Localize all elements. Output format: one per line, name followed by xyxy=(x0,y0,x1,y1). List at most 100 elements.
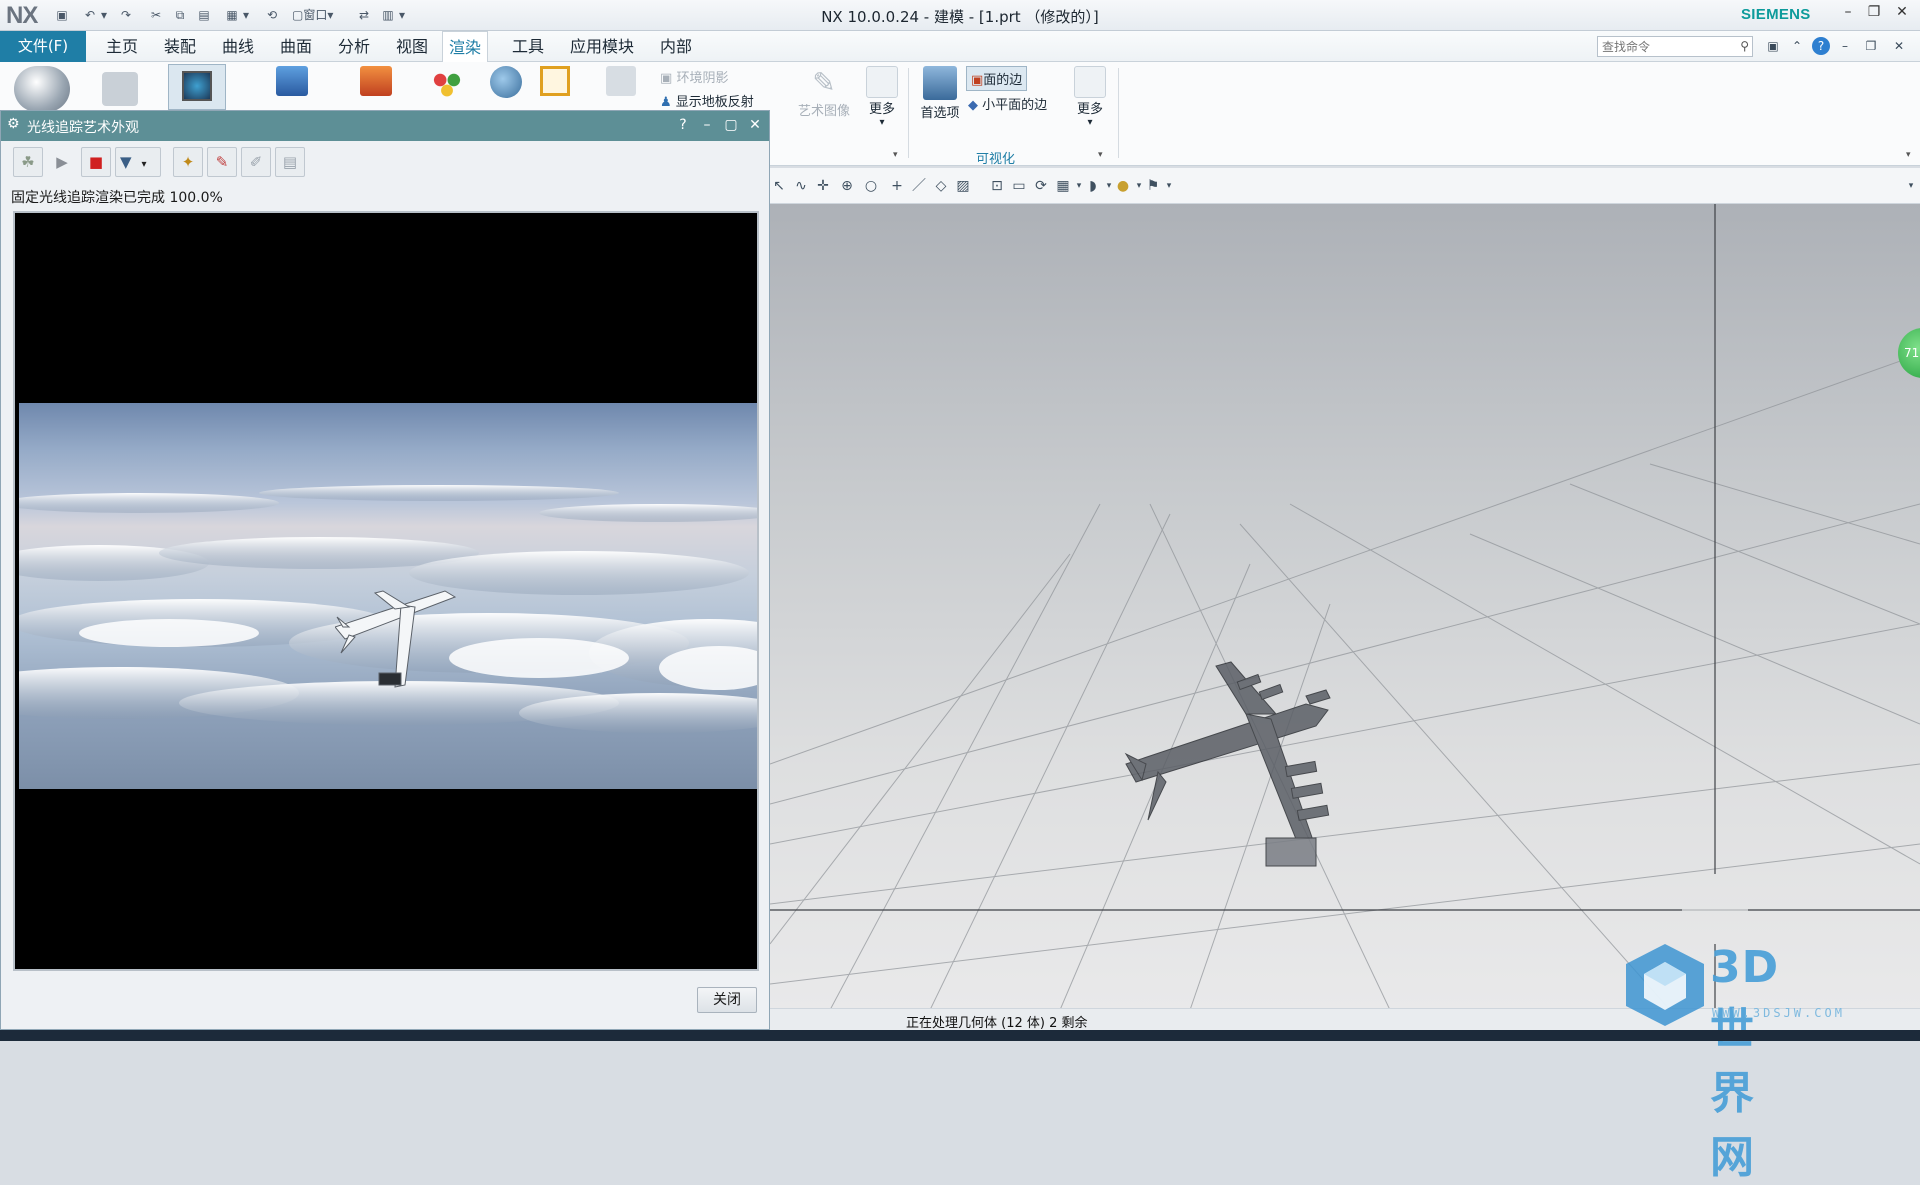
doc-minimize-icon[interactable]: – xyxy=(1836,37,1854,55)
airplane-model[interactable] xyxy=(1106,614,1366,874)
search-input[interactable] xyxy=(1598,37,1728,56)
edit-icon: ✐ xyxy=(241,147,271,177)
chevron-down-icon: ▾ xyxy=(879,117,885,128)
tab-curve[interactable]: 曲线 xyxy=(216,31,260,62)
tab-surface[interactable]: 曲面 xyxy=(274,31,318,62)
tab-analysis[interactable]: 分析 xyxy=(332,31,376,62)
preferences-icon xyxy=(923,66,957,100)
snap-point-icon[interactable]: + xyxy=(888,177,906,195)
play-icon: ▶ xyxy=(56,153,68,171)
palette-icon[interactable]: ✎ xyxy=(207,147,237,177)
ribbon-divider xyxy=(1118,68,1119,158)
watermark-url: WWW.3DSJW.COM xyxy=(1712,1006,1845,1020)
face-edges-toggle[interactable]: ▣面的边 xyxy=(966,66,1028,91)
floor-reflection-item[interactable]: ♟ 显示地板反射 xyxy=(660,91,754,110)
raytrace-active-button[interactable] xyxy=(168,64,226,110)
camera-icon[interactable]: ✦ xyxy=(173,147,203,177)
help-button[interactable]: ? xyxy=(673,115,693,135)
ambient-shadow-item: ▣ 环境阴影 xyxy=(660,71,729,86)
fullscreen-icon[interactable]: ▣ xyxy=(1764,37,1782,55)
studio-sphere-icon[interactable] xyxy=(14,66,70,112)
face-edges-icon: ▣ xyxy=(971,73,984,88)
restore-button[interactable]: ❐ xyxy=(1862,4,1886,26)
minimize-button[interactable]: – xyxy=(1836,4,1860,26)
ribbon-options-icon[interactable]: ▾ xyxy=(1906,150,1911,160)
editor-icon[interactable] xyxy=(360,66,392,96)
group-expand-icon[interactable]: ▾ xyxy=(893,150,898,160)
file-menu[interactable]: 文件(F) xyxy=(0,31,86,62)
snap-center-icon[interactable]: ⊕ xyxy=(838,177,856,195)
more-gallery-icon xyxy=(1074,66,1106,98)
graphics-window[interactable]: 71 xyxy=(770,204,1920,1010)
rendered-airplane xyxy=(335,590,457,688)
snap-circle-icon[interactable]: ○ xyxy=(862,177,880,195)
tab-view[interactable]: 视图 xyxy=(390,31,434,62)
command-search[interactable]: ⚲ xyxy=(1597,36,1753,57)
textures-icon[interactable] xyxy=(490,66,522,98)
chevron-down-icon[interactable]: ▾ xyxy=(1160,177,1178,195)
tab-assembly[interactable]: 装配 xyxy=(158,31,202,62)
dialog-minimize-button[interactable]: – xyxy=(697,115,717,135)
group-expand-icon[interactable]: ▾ xyxy=(1098,150,1103,160)
rotate-icon[interactable]: ⟳ xyxy=(1032,177,1050,195)
toolbar-options-icon[interactable]: ▾ xyxy=(1902,177,1920,195)
render-mode-dropdown[interactable]: ▼ ▾ xyxy=(115,147,161,177)
doc-restore-icon[interactable]: ❐ xyxy=(1862,37,1880,55)
more-button-1[interactable]: 更多 ▾ xyxy=(862,66,902,128)
chevron-down-icon: ▾ xyxy=(1087,117,1093,128)
render-image-icon[interactable] xyxy=(276,66,308,96)
help-icon[interactable]: ? xyxy=(1812,37,1830,55)
search-icon[interactable]: ⚲ xyxy=(1740,39,1749,53)
decal-icon[interactable] xyxy=(540,66,570,96)
snap-line-icon[interactable]: ／ xyxy=(910,177,928,195)
snap-intersection-icon[interactable]: ✛ xyxy=(814,177,832,195)
chevron-down-icon: ▾ xyxy=(141,159,147,170)
snap-face-icon[interactable]: ◇ xyxy=(932,177,950,195)
raytrace-dialog: ⚙ 光线追踪艺术外观 ? – ▢ ✕ ☘ ▶ ■ ▼ ▾ ✦ ✎ ✐ ▤ 固定光线… xyxy=(0,110,770,1030)
art-image-button: ✎ 艺术图像 xyxy=(797,66,850,119)
dialog-close-icon[interactable]: ✕ xyxy=(745,115,765,135)
dialog-title-bar[interactable]: ⚙ 光线追踪艺术外观 ? – ▢ ✕ xyxy=(1,111,769,141)
os-taskbar xyxy=(0,1030,1920,1041)
stop-icon[interactable]: ■ xyxy=(81,147,111,177)
watermark-text: 3D世界网 xyxy=(1710,942,1780,1183)
snap-body-icon[interactable]: ▨ xyxy=(954,177,972,195)
materials-icon[interactable] xyxy=(430,68,464,98)
dialog-maximize-button[interactable]: ▢ xyxy=(721,115,741,135)
scene-icon[interactable] xyxy=(102,72,138,106)
render-mode-icon: ▼ xyxy=(120,153,132,171)
raytrace-icon xyxy=(182,71,212,101)
close-window-button[interactable]: ✕ xyxy=(1890,4,1914,26)
facet-edges-toggle[interactable]: ◆ 小平面的边 xyxy=(968,94,1047,113)
close-button[interactable]: 关闭 xyxy=(697,987,757,1013)
status-text: 正在处理几何体 (12 体) 2 剩余 xyxy=(906,1016,1088,1031)
ambient-shadow-icon: ▣ xyxy=(660,71,673,86)
rendered-sky-image xyxy=(19,403,757,789)
snap-curve-icon[interactable]: ↖ xyxy=(770,177,788,195)
start-raytrace-icon: ☘ xyxy=(13,147,43,177)
dialog-toolbar: ☘ ▶ ■ ▼ ▾ ✦ ✎ ✐ ▤ xyxy=(9,147,369,181)
preferences-button[interactable]: 首选项 xyxy=(916,66,964,121)
brush-icon: ✎ xyxy=(812,66,836,99)
tab-render[interactable]: 渲染 xyxy=(442,31,489,63)
menu-bar: 文件(F) 主页 装配 曲线 曲面 分析 视图 渲染 工具 应用模块 内部 ⚲ … xyxy=(0,31,1920,63)
tab-internal[interactable]: 内部 xyxy=(654,31,698,62)
doc-close-icon[interactable]: ✕ xyxy=(1890,37,1908,55)
fit-view-icon[interactable]: ⊡ xyxy=(988,177,1006,195)
view-toolbar: ↖ ∿ ✛ ⊕ ○ + ／ ◇ ▨ ⊡ ▭ ⟳ ▦ ▾ ◗ ▾ ● ▾ ⚑ ▾ … xyxy=(770,168,1920,204)
more-button-2[interactable]: 更多 ▾ xyxy=(1070,66,1110,128)
dialog-title: 光线追踪艺术外观 xyxy=(27,120,139,136)
tab-tools[interactable]: 工具 xyxy=(506,31,550,62)
cube-logo-icon xyxy=(1626,944,1704,1026)
render-viewport[interactable] xyxy=(13,211,759,971)
ribbon-collapse-icon[interactable]: ⌃ xyxy=(1788,37,1806,55)
floor-grid xyxy=(770,204,1920,1010)
tab-home[interactable]: 主页 xyxy=(100,31,144,62)
render-status: 固定光线追踪渲染已完成 100.0% xyxy=(11,190,223,206)
tab-application[interactable]: 应用模块 xyxy=(564,31,640,62)
group-visualization-label: 可视化 xyxy=(976,152,1016,167)
facet-edges-icon: ◆ xyxy=(968,98,978,113)
zoom-icon[interactable]: ▭ xyxy=(1010,177,1028,195)
siemens-brand: SIEMENS xyxy=(1741,6,1811,23)
snap-spline-icon[interactable]: ∿ xyxy=(792,177,810,195)
